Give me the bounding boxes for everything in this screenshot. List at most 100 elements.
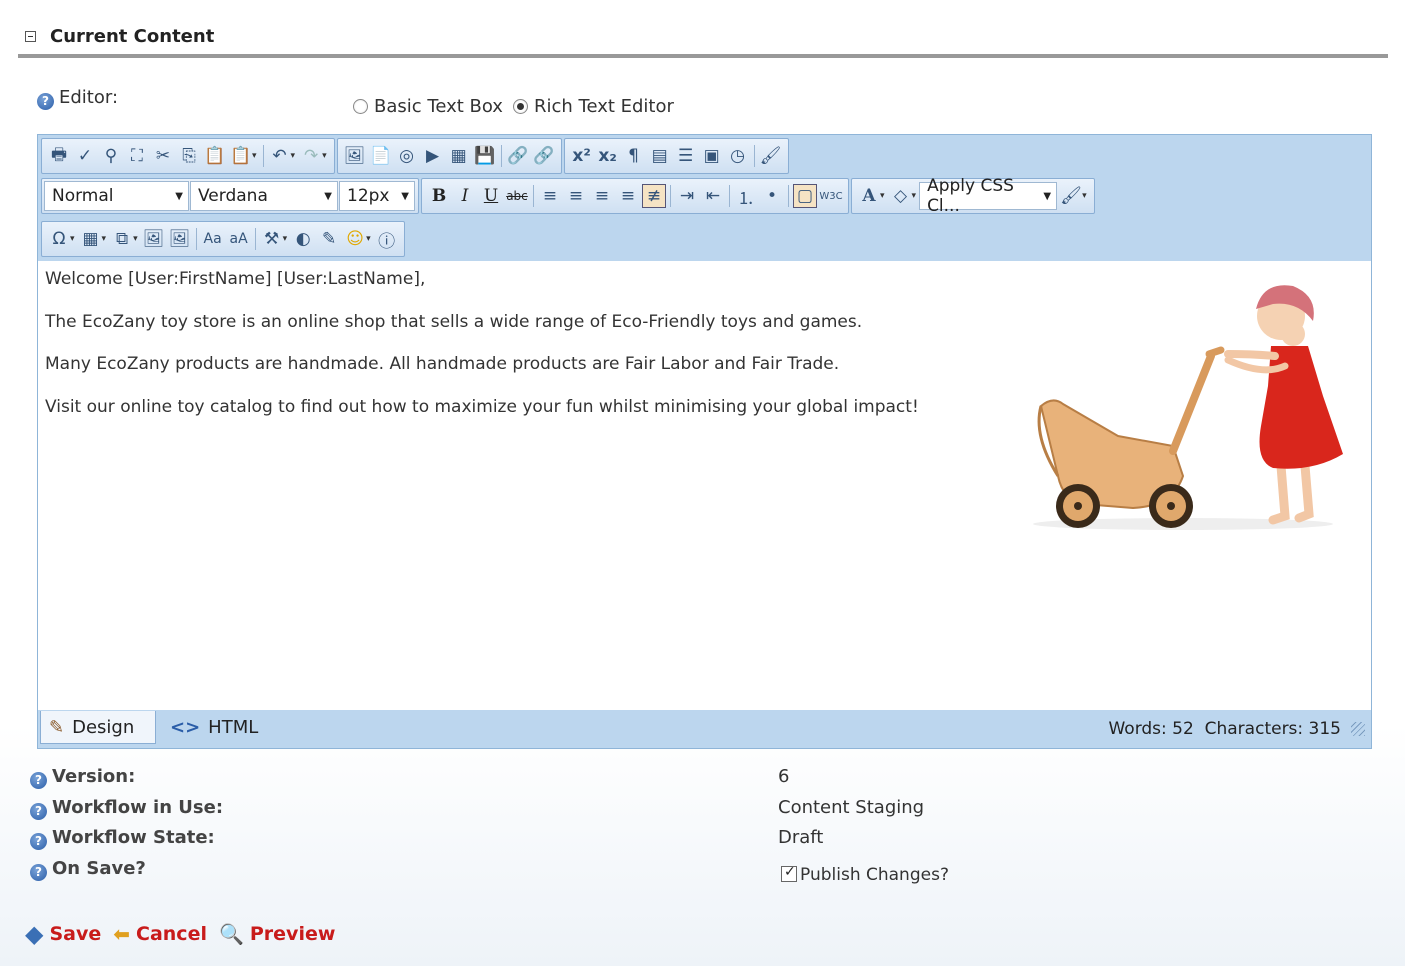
font-size-dropdown[interactable]: 12px ▼ <box>339 181 415 211</box>
fore-color-dropdown-icon[interactable]: ▾ <box>880 191 885 201</box>
strikethrough-icon[interactable]: abc <box>505 184 529 208</box>
format-code-icon[interactable]: ▤ <box>648 144 672 168</box>
publish-changes-checkbox[interactable] <box>781 864 797 882</box>
select-all-icon[interactable]: ⛶ <box>125 144 149 168</box>
about-icon[interactable]: ⓘ <box>375 227 399 252</box>
workflow-label: ? Workflow in Use: <box>30 797 223 820</box>
outdent-icon[interactable]: ⇤ <box>701 184 725 208</box>
horizontal-rule-icon[interactable]: ☰ <box>674 144 698 168</box>
justify-icon[interactable]: ≡ <box>616 184 640 208</box>
toolbar-separator <box>670 185 671 207</box>
print-icon[interactable]: 🖶 <box>47 144 71 168</box>
toolbar-row-1: 🖶 ✓ ⚲ ⛶ ✂ ⎘ 📋 📋 ▾ ↶ ▾ ↷ ▾ 🖼 📄 ◎ ▶ ▦ 💾 🔗 🔗 x… <box>41 138 791 174</box>
resize-handle-icon[interactable] <box>1351 722 1365 736</box>
preview-button[interactable]: 🔍 Preview <box>219 922 335 946</box>
workflow-value: Content Staging <box>778 797 925 818</box>
insert-table-icon[interactable]: ▦ <box>79 227 103 251</box>
module-manager-dropdown-icon[interactable]: ▾ <box>283 234 288 244</box>
help-icon[interactable]: ? <box>30 833 47 850</box>
document-manager-icon[interactable]: 📄 <box>369 144 393 168</box>
hyperlink-icon[interactable]: 🔗 <box>506 144 530 168</box>
xhtml-validator-icon[interactable]: W3C <box>819 184 843 208</box>
editor-content-area[interactable]: Welcome [User:FirstName] [User:LastName]… <box>38 261 1371 710</box>
align-left-icon[interactable]: ≡ <box>538 184 562 208</box>
smiley-icon[interactable]: ☺ <box>343 227 367 251</box>
fore-color-icon[interactable]: A <box>857 184 881 208</box>
cancel-button[interactable]: ⬅ Cancel <box>113 922 207 946</box>
insert-date-icon[interactable]: ▣ <box>700 144 724 168</box>
align-center-icon[interactable]: ≡ <box>564 184 588 208</box>
special-characters-dropdown-icon[interactable]: ▾ <box>70 234 75 244</box>
insert-form-icon[interactable]: ✎ <box>317 227 341 251</box>
toolbar-group-misc: Ω ▾ ▦ ▾ ⧉ ▾ 🖼 🖼 Aa aA ⚒ ▾ ◐ ✎ ☺ ▾ ⓘ <box>41 221 405 257</box>
design-mode-tab[interactable]: ✎ Design <box>40 711 156 744</box>
insert-table-dropdown-icon[interactable]: ▾ <box>102 234 107 244</box>
align-right-icon[interactable]: ≡ <box>590 184 614 208</box>
convert-upper-icon[interactable]: aA <box>227 227 251 251</box>
find-replace-icon[interactable]: ⚲ <box>99 144 123 168</box>
format-painter-icon[interactable]: 🖌 <box>1059 184 1083 208</box>
font-name-dropdown[interactable]: Verdana ▼ <box>190 181 338 211</box>
help-icon[interactable]: ? <box>30 772 47 789</box>
image-properties-icon[interactable]: 🖼 <box>168 227 192 251</box>
unlink-icon[interactable]: 🔗 <box>532 144 556 168</box>
redo-icon[interactable]: ↷ <box>299 144 323 168</box>
underline-icon[interactable]: U <box>479 184 503 208</box>
cut-icon[interactable]: ✂ <box>151 144 175 168</box>
html-mode-tab[interactable]: <> HTML <box>162 711 266 744</box>
help-icon[interactable]: ? <box>30 803 47 820</box>
back-color-dropdown-icon[interactable]: ▾ <box>912 191 917 201</box>
template-manager-icon[interactable]: ▦ <box>447 144 471 168</box>
redo-dropdown-icon[interactable]: ▾ <box>322 151 327 161</box>
basic-text-box-option[interactable]: Basic Text Box <box>353 96 503 117</box>
content-paragraph: The EcoZany toy store is an online shop … <box>45 312 863 332</box>
save-template-icon[interactable]: 💾 <box>473 144 497 168</box>
bullet-list-icon[interactable]: • <box>760 184 784 208</box>
convert-lower-icon[interactable]: Aa <box>201 227 225 251</box>
image-map-icon[interactable]: 🖼 <box>142 227 166 251</box>
justify-none-icon[interactable]: ≢ <box>642 184 666 208</box>
insert-time-icon[interactable]: ◷ <box>726 144 750 168</box>
image-manager-icon[interactable]: 🖼 <box>343 144 367 168</box>
insert-symbol-icon[interactable]: ◐ <box>291 227 315 251</box>
basic-text-box-radio[interactable] <box>353 99 368 114</box>
copy-icon[interactable]: ⎘ <box>177 144 201 168</box>
flash-manager-icon[interactable]: ◎ <box>395 144 419 168</box>
indent-icon[interactable]: ⇥ <box>675 184 699 208</box>
toggle-table-border-icon[interactable]: ▢ <box>793 184 817 208</box>
css-class-dropdown[interactable]: Apply CSS Cl... ▼ <box>919 176 1058 216</box>
superscript-icon[interactable]: x² <box>570 144 594 168</box>
insert-snippet-icon[interactable]: ⧉ <box>110 227 134 251</box>
media-manager-icon[interactable]: ▶ <box>421 144 445 168</box>
undo-dropdown-icon[interactable]: ▾ <box>291 151 296 161</box>
special-characters-icon[interactable]: Ω <box>47 227 71 251</box>
paragraph-icon[interactable]: ¶ <box>622 144 646 168</box>
insert-snippet-dropdown-icon[interactable]: ▾ <box>133 234 138 244</box>
rich-text-editor-option[interactable]: Rich Text Editor <box>512 96 674 117</box>
publish-changes-option[interactable]: Publish Changes? <box>781 864 949 885</box>
word-count-display: Words: 52 Characters: 315 <box>1108 719 1341 739</box>
format-block-dropdown[interactable]: Normal ▼ <box>44 181 189 211</box>
italic-icon[interactable]: I <box>453 184 477 208</box>
smiley-dropdown-icon[interactable]: ▾ <box>366 234 371 244</box>
format-painter-dropdown-icon[interactable]: ▾ <box>1082 191 1087 201</box>
paste-icon[interactable]: 📋 <box>203 144 227 168</box>
spellcheck-icon[interactable]: ✓ <box>73 144 97 168</box>
module-manager-icon[interactable]: ⚒ <box>260 227 284 251</box>
format-stripper-icon[interactable]: 🖌 <box>759 144 783 168</box>
paste-dropdown-icon[interactable]: ▾ <box>252 151 257 161</box>
workflow-state-label: ? Workflow State: <box>30 827 215 850</box>
version-label: ? Version: <box>30 766 135 789</box>
collapse-icon[interactable] <box>25 30 36 42</box>
paste-special-icon[interactable]: 📋 <box>229 144 253 168</box>
back-color-icon[interactable]: ◇ <box>889 184 913 208</box>
rich-text-editor-radio[interactable] <box>512 99 528 114</box>
numbered-list-icon[interactable]: ⒈ <box>734 184 758 209</box>
help-icon[interactable]: ? <box>37 93 54 110</box>
subscript-icon[interactable]: x₂ <box>596 144 620 168</box>
help-icon[interactable]: ? <box>30 864 47 881</box>
bold-icon[interactable]: B <box>427 184 451 208</box>
toolbar-row-3: Ω ▾ ▦ ▾ ⧉ ▾ 🖼 🖼 Aa aA ⚒ ▾ ◐ ✎ ☺ ▾ ⓘ <box>41 221 407 257</box>
save-button[interactable]: ◆ Save <box>25 920 101 948</box>
undo-icon[interactable]: ↶ <box>268 144 292 168</box>
